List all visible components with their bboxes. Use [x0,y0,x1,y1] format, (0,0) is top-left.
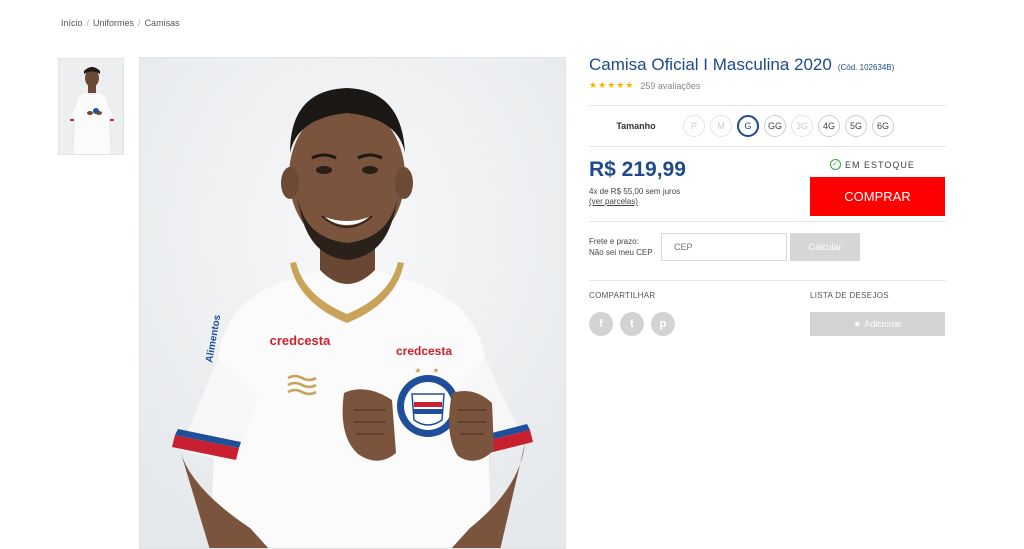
unknown-cep-link[interactable]: Não sei meu CEP [589,248,653,257]
freight-label-title: Frete e prazo: [589,237,639,246]
buy-button[interactable]: COMPRAR [810,177,945,216]
pinterest-icon[interactable]: p [651,312,675,336]
product-price: R$ 219,99 [589,158,686,181]
svg-text:★: ★ [432,366,439,375]
product-main-image[interactable]: credcesta credcesta ★ ★ Alimentos [139,57,566,549]
rating[interactable]: ★★★★★ 259 avaliações [589,80,946,91]
product-title: Camisa Oficial I Masculina 2020 [589,55,832,74]
title-row: Camisa Oficial I Masculina 2020 (Cód. 10… [589,55,946,75]
review-count[interactable]: 259 avaliações [640,81,700,91]
size-option-gg[interactable]: GG [764,115,786,137]
share-label: COMPARTILHAR [589,291,656,300]
add-to-wishlist-label: Adicionar [864,319,902,329]
price-block: R$ 219,99 4x de R$ 55,00 sem juros (ver … [589,158,946,218]
size-option-6g[interactable]: 6G [872,115,894,137]
size-label: Tamanho [616,121,656,131]
facebook-icon[interactable]: f [589,312,613,336]
breadcrumb-uniformes[interactable]: Uniformes [93,18,134,28]
product-thumbnail[interactable] [58,58,124,155]
product-code: (Cód. 102634B) [837,63,895,72]
freight-label: Frete e prazo: Não sei meu CEP [589,236,653,258]
product-info: Camisa Oficial I Masculina 2020 (Cód. 10… [589,55,946,336]
freight-calculator: Frete e prazo: Não sei meu CEP Calcular [589,221,946,281]
twitter-icon[interactable]: t [620,312,644,336]
calculate-button[interactable]: Calcular [790,233,860,261]
breadcrumb-separator: / [138,18,141,28]
breadcrumb-inicio[interactable]: Início [61,18,83,28]
product-photo: credcesta credcesta ★ ★ Alimentos [140,58,565,548]
breadcrumb-separator: / [86,18,90,28]
size-option-p[interactable]: P [683,115,705,137]
size-option-4g[interactable]: 4G [818,115,840,137]
cep-input[interactable] [661,233,787,261]
size-options: P M G GG 3G 4G 5G 6G [683,115,894,137]
size-option-g[interactable]: G [737,115,759,137]
star-icon: ★ [853,318,862,329]
stock-label: EM ESTOQUE [845,159,915,170]
size-selector: Tamanho P M G GG 3G 4G 5G 6G [589,105,946,147]
thumbnail-image [59,59,123,154]
shirt-sponsor-left: credcesta [270,333,331,348]
shirt-sponsor-right: credcesta [396,344,452,358]
size-option-3g[interactable]: 3G [791,115,813,137]
svg-text:★: ★ [414,366,421,375]
stock-status: ✓ EM ESTOQUE [830,159,915,170]
size-option-m[interactable]: M [710,115,732,137]
rating-stars-icon: ★★★★★ [589,80,635,90]
check-circle-icon: ✓ [830,159,841,170]
wishlist-label: LISTA DE DESEJOS [810,291,889,300]
add-to-wishlist-button[interactable]: ★ Adicionar [810,312,945,336]
breadcrumb-camisas[interactable]: Camisas [145,18,180,28]
social-share: f t p [589,312,675,336]
size-option-5g[interactable]: 5G [845,115,867,137]
installments-text: 4x de R$ 55,00 sem juros [589,187,681,196]
breadcrumb: Início / Uniformes / Camisas [61,18,180,28]
see-installments-link[interactable]: (ver parcelas) [589,197,638,206]
